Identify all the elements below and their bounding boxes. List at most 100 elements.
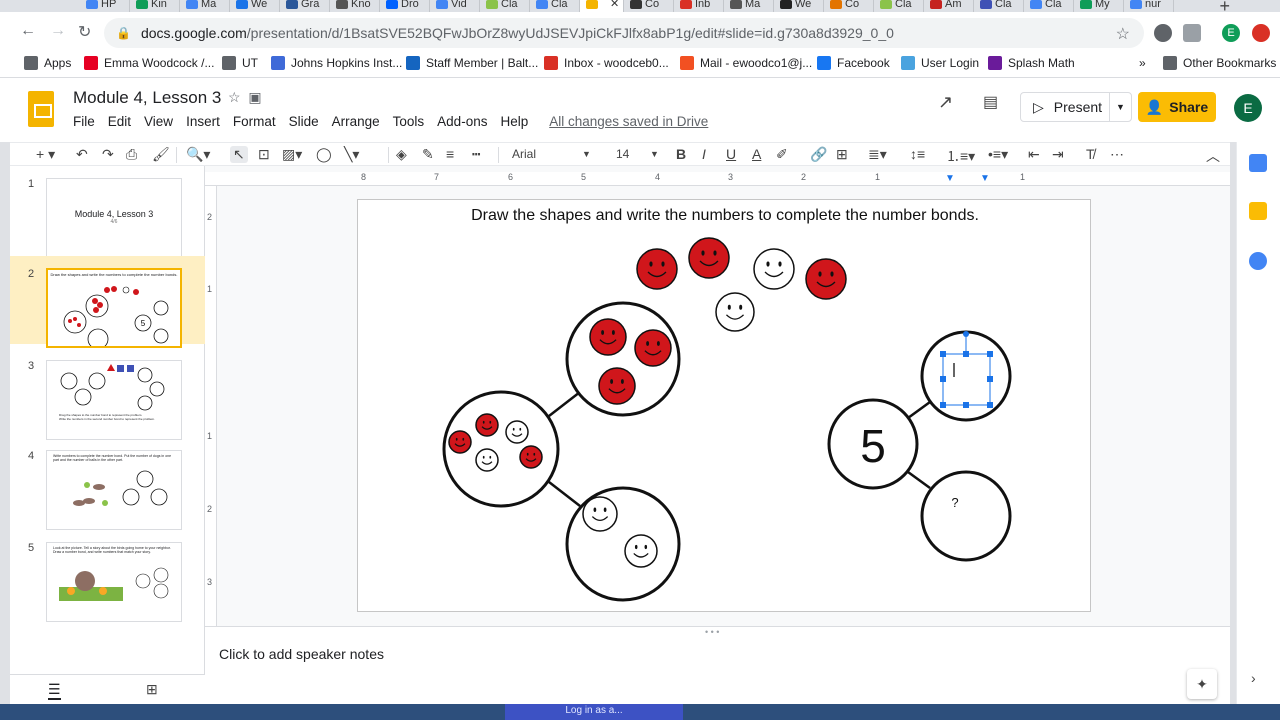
underline-icon[interactable]: U (726, 146, 736, 162)
red-smiley-face[interactable] (688, 237, 730, 279)
highlight-icon[interactable]: ✐ (776, 146, 788, 163)
browser-tab[interactable]: Ma (180, 0, 230, 12)
menu-item-insert[interactable]: Insert (186, 114, 220, 129)
browser-tab[interactable]: We (230, 0, 280, 12)
italic-icon[interactable]: I (702, 146, 706, 162)
slide-thumbnail-5[interactable]: 5 Look at the picture. Tell a story abou… (10, 530, 205, 622)
bookmark-item[interactable]: Splash Math (988, 56, 1075, 70)
account-avatar[interactable]: E (1234, 94, 1262, 122)
bookmark-item[interactable]: Staff Member | Balt... (406, 56, 538, 70)
calendar-icon[interactable] (1249, 154, 1267, 172)
drag-handle-icon[interactable]: • • • (705, 627, 719, 637)
red-smiley-face[interactable] (634, 329, 672, 367)
shape-icon[interactable]: ◯ (316, 146, 332, 163)
border-weight-icon[interactable]: ≡ (446, 146, 454, 162)
red-smiley-face[interactable] (589, 318, 627, 356)
document-title[interactable]: Module 4, Lesson 3 (73, 88, 221, 108)
expand-panel-icon[interactable]: › (1251, 670, 1256, 686)
browser-tab[interactable]: My (1074, 0, 1124, 12)
browser-tab[interactable]: Co (624, 0, 674, 12)
browser-tab[interactable]: Cla (874, 0, 924, 12)
browser-tab[interactable]: Inb (674, 0, 724, 12)
bookmarks-more[interactable]: » (1139, 56, 1146, 70)
pinterest-extension-icon[interactable] (1154, 24, 1172, 42)
red-smiley-face[interactable] (448, 430, 472, 454)
increase-indent-icon[interactable]: ⇥ (1052, 146, 1064, 163)
white-smiley-face[interactable] (624, 534, 658, 568)
bookmark-item[interactable]: Mail - ewoodco1@j... (680, 56, 812, 70)
collapse-icon[interactable]: ︿ (1206, 146, 1220, 166)
star-icon[interactable]: ☆ (228, 89, 241, 105)
numbered-list-icon[interactable]: ⒈≡▾ (946, 146, 975, 166)
forward-icon[interactable]: → (50, 22, 66, 40)
clear-formatting-icon[interactable]: T̸ (1086, 146, 1095, 162)
speaker-notes-placeholder[interactable]: Click to add speaker notes (219, 646, 384, 662)
extension-icon[interactable] (1183, 24, 1201, 42)
menu-item-slide[interactable]: Slide (289, 114, 319, 129)
bond-part-circle[interactable] (920, 470, 1012, 562)
text-box-icon[interactable]: ⊡ (258, 146, 270, 163)
bookmark-item[interactable]: Emma Woodcock /... (84, 56, 214, 70)
select-tool-icon[interactable]: ↖ (230, 146, 248, 163)
line-icon[interactable]: ╲▾ (344, 146, 359, 163)
menu-item-format[interactable]: Format (233, 114, 276, 129)
share-button[interactable]: 👤 Share (1138, 92, 1216, 122)
bookmark-item[interactable]: Facebook (817, 56, 890, 70)
filmstrip-view-icon[interactable]: ☰ (48, 681, 61, 700)
chevron-down-icon[interactable]: ▼ (582, 149, 591, 159)
chevron-down-icon[interactable]: ▼ (650, 149, 659, 159)
red-smiley-face[interactable] (636, 248, 678, 290)
bond-unknown-value[interactable]: ? (951, 495, 958, 510)
browser-tab[interactable]: Cla (530, 0, 580, 12)
bookmark-star-icon[interactable]: ☆ (1116, 24, 1130, 44)
link-icon[interactable]: 🔗 (810, 146, 827, 163)
slides-logo-icon[interactable] (28, 91, 54, 127)
red-smiley-face[interactable] (475, 413, 499, 437)
browser-tab[interactable]: Cla (480, 0, 530, 12)
image-icon[interactable]: ▨▾ (282, 146, 302, 163)
browser-tab[interactable]: Ma (724, 0, 774, 12)
bold-icon[interactable]: B (676, 146, 686, 162)
profile-avatar[interactable]: E (1222, 24, 1240, 42)
address-bar[interactable]: 🔒 docs.google.com/presentation/d/1BsatSV… (104, 18, 1144, 48)
bookmark-item[interactable]: UT (222, 56, 258, 70)
new-slide-icon[interactable]: + ▾ (36, 146, 55, 163)
bookmark-item[interactable]: User Login (901, 56, 979, 70)
activity-icon[interactable]: ↗ (938, 92, 953, 113)
fill-color-icon[interactable]: ◈ (396, 146, 407, 163)
browser-tab[interactable]: nur (1124, 0, 1174, 12)
redo-icon[interactable]: ↷ (102, 146, 114, 163)
keep-icon[interactable] (1249, 202, 1267, 220)
browser-tab[interactable]: HP (80, 0, 130, 12)
move-folder-icon[interactable]: ▣ (248, 89, 261, 105)
browser-tab[interactable]: Kno (330, 0, 380, 12)
browser-tab[interactable]: Gra (280, 0, 330, 12)
browser-tab[interactable]: Cla (974, 0, 1024, 12)
more-icon[interactable]: ⋯ (1110, 146, 1124, 163)
slide-thumbnail-1[interactable]: 1 Module 4, Lesson 3 4/6 (10, 166, 205, 258)
bookmark-item[interactable]: Apps (24, 56, 71, 70)
slide-heading[interactable]: Draw the shapes and write the numbers to… (471, 207, 979, 224)
white-smiley-face[interactable] (582, 496, 618, 532)
reload-icon[interactable]: ↻ (78, 22, 91, 42)
white-smiley-face[interactable] (753, 248, 795, 290)
browser-tab[interactable]: Am (924, 0, 974, 12)
menu-item-tools[interactable]: Tools (393, 114, 425, 129)
white-smiley-face[interactable] (505, 420, 529, 444)
indent-marker-icon[interactable]: ▼ (980, 173, 990, 184)
white-smiley-face[interactable] (715, 292, 755, 332)
menu-item-arrange[interactable]: Arrange (332, 114, 380, 129)
menu-item-addons[interactable]: Add-ons (437, 114, 487, 129)
paint-format-icon[interactable]: 🖌 (152, 146, 170, 163)
bookmark-item[interactable]: Johns Hopkins Inst... (271, 56, 402, 70)
chrome-menu-icon[interactable] (1252, 24, 1270, 42)
indent-marker-icon[interactable]: ▼ (945, 173, 955, 184)
slide-thumbnail-4[interactable]: 4 Write numbers to complete the number b… (10, 438, 205, 530)
browser-tab[interactable]: Cla (1024, 0, 1074, 12)
white-smiley-face[interactable] (475, 448, 499, 472)
border-dash-icon[interactable]: ┅ (472, 146, 480, 163)
red-smiley-face[interactable] (598, 367, 636, 405)
login-popup[interactable]: Log in as a... (505, 704, 683, 720)
comments-icon[interactable]: ▤ (983, 92, 998, 112)
red-smiley-face[interactable] (805, 258, 847, 300)
